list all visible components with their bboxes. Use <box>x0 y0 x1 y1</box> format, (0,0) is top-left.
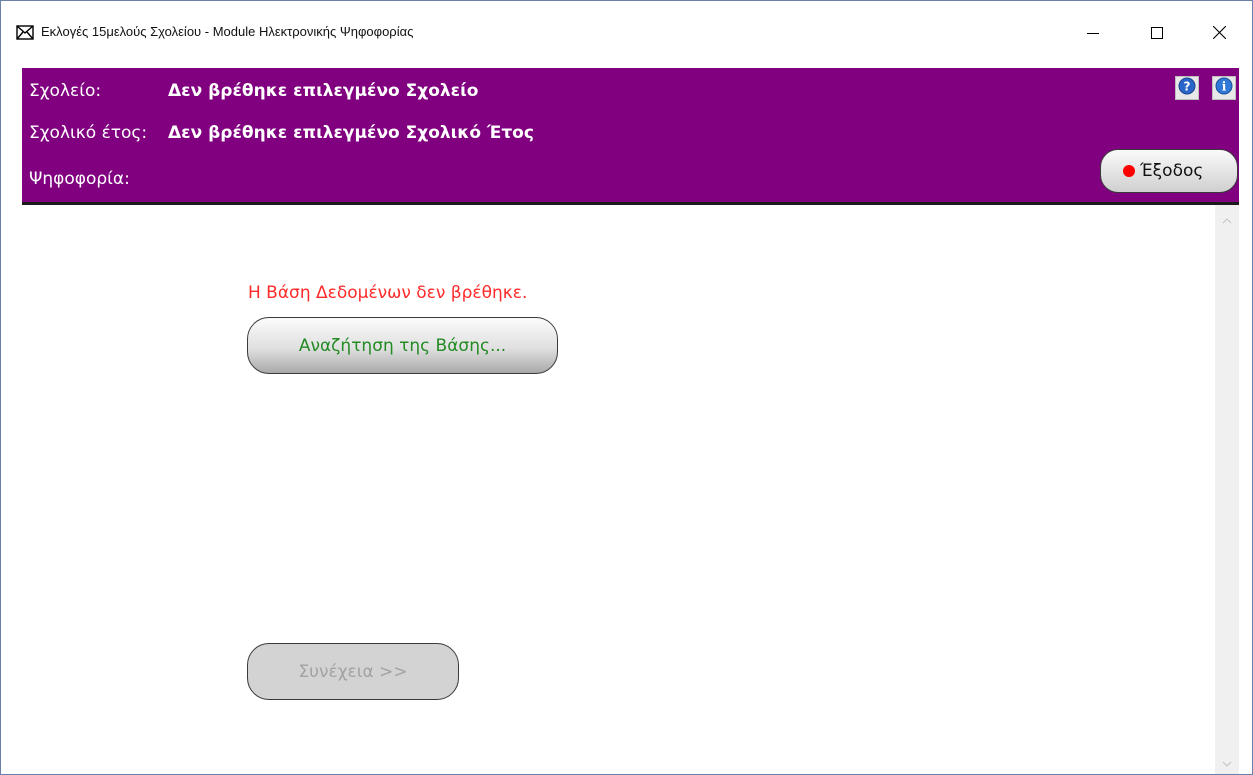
school-year-label: Σχολικό έτος: <box>29 123 148 143</box>
help-button[interactable]: ? <box>1175 76 1199 100</box>
school-label: Σχολείο: <box>29 81 102 101</box>
title-bar[interactable]: Εκλογές 15μελούς Σχολείου - Module Ηλεκτ… <box>1 1 1252 65</box>
school-value: Δεν βρέθηκε επιλεγμένο Σχολείο <box>168 81 479 101</box>
scroll-up-button[interactable] <box>1215 207 1239 229</box>
close-icon <box>1212 24 1226 43</box>
window-title: Εκλογές 15μελούς Σχολείου - Module Ηλεκτ… <box>41 24 414 39</box>
maximize-icon <box>1151 24 1163 43</box>
main-content: Η Βάση Δεδομένων δεν βρέθηκε. Αναζήτηση … <box>22 205 1212 774</box>
chevron-up-icon <box>1222 209 1232 228</box>
search-database-label: Αναζήτηση της Βάσης... <box>298 335 507 356</box>
exit-button[interactable]: Έξοδος <box>1100 149 1238 193</box>
minimize-icon <box>1087 24 1099 43</box>
scroll-down-button[interactable] <box>1215 750 1239 772</box>
database-not-found-message: Η Βάση Δεδομένων δεν βρέθηκε. <box>248 283 528 303</box>
svg-text:?: ? <box>1184 80 1191 94</box>
continue-button[interactable]: Συνέχεια >> <box>247 643 459 700</box>
envelope-icon <box>16 25 34 41</box>
chevron-down-icon <box>1222 752 1232 771</box>
vertical-scrollbar[interactable] <box>1215 205 1239 774</box>
minimize-button[interactable] <box>1070 15 1116 51</box>
exit-button-label: Έξοδος <box>1140 161 1204 181</box>
search-database-button[interactable]: Αναζήτηση της Βάσης... <box>247 317 558 374</box>
svg-text:i: i <box>1222 80 1227 94</box>
continue-button-label: Συνέχεια >> <box>298 661 408 682</box>
school-year-value: Δεν βρέθηκε επιλεγμένο Σχολικό Έτος <box>168 123 534 143</box>
maximize-button[interactable] <box>1134 15 1180 51</box>
close-button[interactable] <box>1196 15 1242 51</box>
school-info-header: Σχολείο: Δεν βρέθηκε επιλεγμένο Σχολείο … <box>22 68 1239 205</box>
app-window: Εκλογές 15μελούς Σχολείου - Module Ηλεκτ… <box>0 0 1253 775</box>
red-dot-icon <box>1123 165 1135 177</box>
info-icon: i <box>1215 77 1233 99</box>
info-button[interactable]: i <box>1212 76 1236 100</box>
help-icon: ? <box>1178 77 1196 99</box>
voting-label: Ψηφοφορία: <box>29 169 130 189</box>
